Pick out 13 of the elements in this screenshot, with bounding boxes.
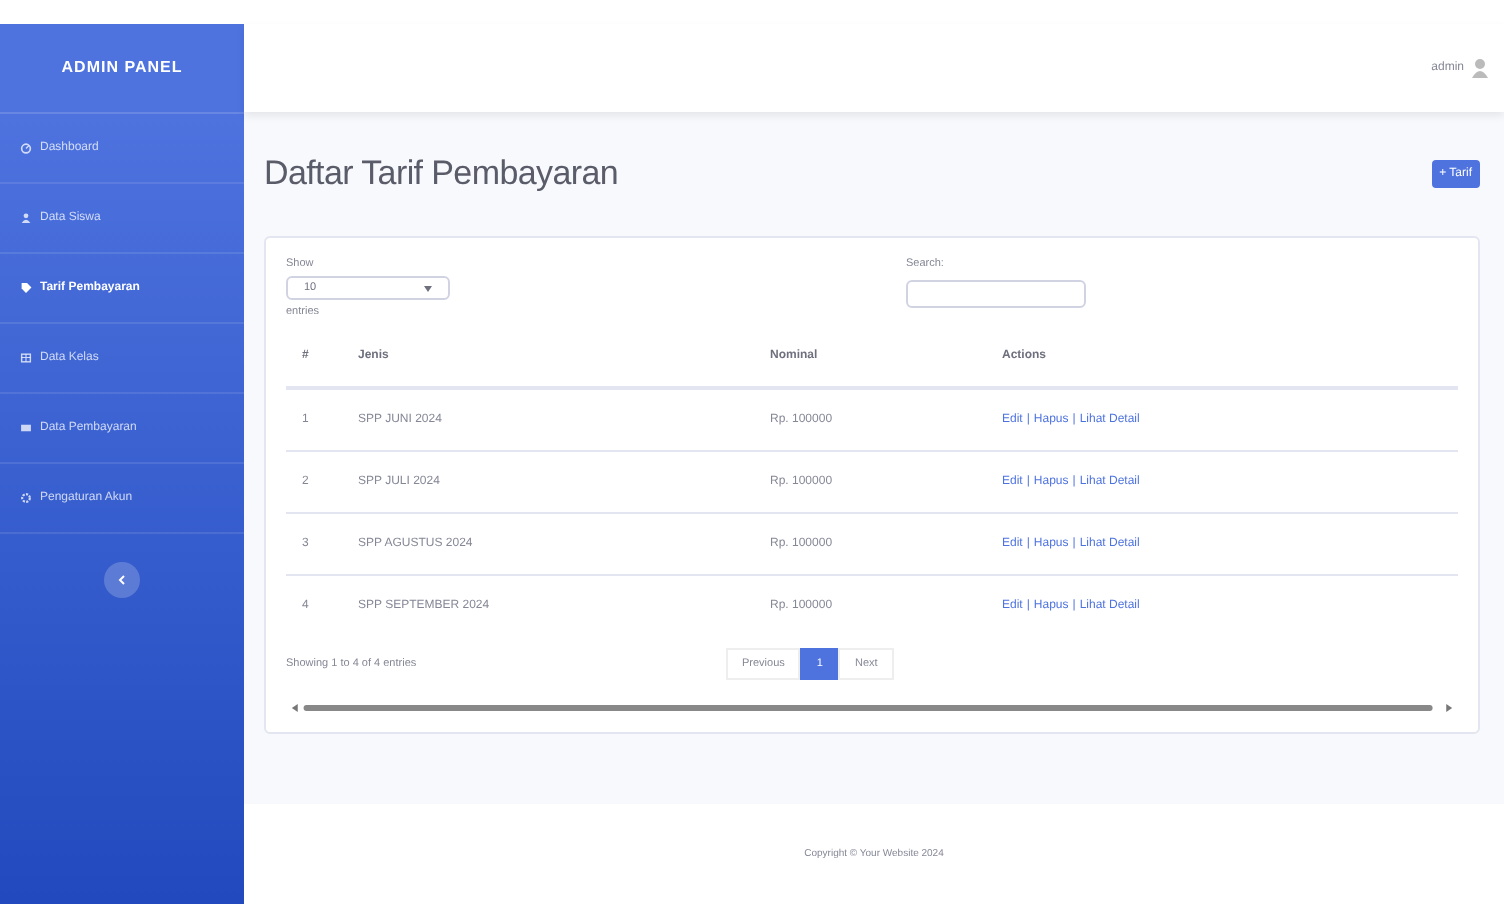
user-avatar-icon[interactable] xyxy=(1472,58,1488,78)
gear-icon xyxy=(20,492,32,504)
user-icon xyxy=(20,212,32,224)
chevron-left-icon xyxy=(116,574,128,586)
banknote-icon xyxy=(20,422,32,434)
gauge-icon xyxy=(20,142,32,154)
sidebar-toggle-button[interactable] xyxy=(104,562,140,598)
search-field[interactable] xyxy=(906,280,1086,308)
page-title: Daftar Tarif Pembayaran xyxy=(264,154,619,194)
brand-title: ADMIN PANEL xyxy=(61,56,183,80)
caret-icon xyxy=(424,284,432,292)
table-icon xyxy=(20,352,32,364)
tag-icon xyxy=(20,282,32,294)
